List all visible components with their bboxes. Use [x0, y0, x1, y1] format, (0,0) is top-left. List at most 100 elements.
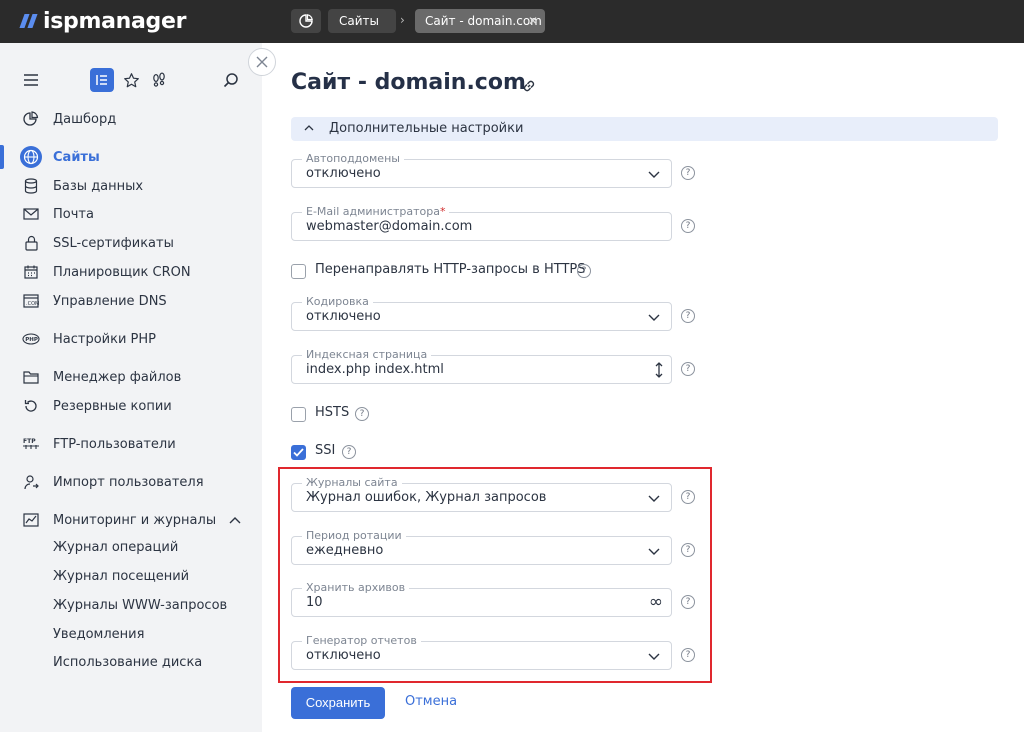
- database-icon: [22, 177, 40, 195]
- section-advanced-settings-header[interactable]: Дополнительные настройки: [291, 117, 998, 141]
- sidebar-subitem-notifications[interactable]: Уведомления: [53, 627, 144, 642]
- sidebar-subitem-visits-log[interactable]: Журнал посещений: [53, 569, 189, 584]
- sidebar-item-label: Базы данных: [53, 178, 144, 194]
- sidebar-item-label: Дашборд: [53, 111, 117, 127]
- sidebar-item-mail[interactable]: Почта: [0, 201, 262, 227]
- breadcrumb-current-label: Сайт - domain.com: [425, 14, 542, 28]
- star-icon[interactable]: [119, 68, 143, 92]
- sidebar-item-ssl[interactable]: SSL-сертификаты: [0, 230, 262, 256]
- help-icon[interactable]: ?: [681, 543, 695, 557]
- sidebar-item-user-import[interactable]: Импорт пользователя: [0, 469, 262, 495]
- sidebar-item-label: Планировщик CRON: [53, 264, 191, 280]
- help-icon[interactable]: ?: [681, 219, 695, 233]
- sidebar-item-label: Сайты: [53, 149, 100, 165]
- sidebar-subitem-www-requests-log[interactable]: Журналы WWW-запросов: [53, 598, 227, 613]
- help-icon[interactable]: ?: [681, 490, 695, 504]
- autosubdomains-select[interactable]: Автоподдомены отключено: [291, 152, 672, 188]
- close-icon: [256, 56, 268, 68]
- admin-email-field[interactable]: E-Mail администратора* webmaster@domain.…: [291, 205, 672, 241]
- sidebar-collapse-button[interactable]: [248, 48, 276, 76]
- breadcrumb-current-tab[interactable]: Сайт - domain.com ✕: [415, 9, 545, 33]
- field-value: Журнал ошибок, Журнал запросов: [306, 490, 547, 505]
- index-page-field[interactable]: Индексная страница index.php index.html: [291, 348, 672, 384]
- help-icon[interactable]: ?: [681, 309, 695, 323]
- sidebar-item-label: Мониторинг и журналы: [53, 512, 217, 528]
- pie-chart-icon: [299, 14, 313, 28]
- field-label: Индексная страница: [302, 348, 432, 362]
- infinity-toggle[interactable]: ∞: [649, 592, 663, 612]
- calendar-icon: [22, 263, 40, 281]
- resize-vertical-icon[interactable]: [654, 361, 664, 379]
- field-value: ежедневно: [306, 543, 384, 558]
- hsts-checkbox[interactable]: [291, 406, 306, 422]
- logo-text: ispmanager: [43, 8, 187, 34]
- redirect-https-checkbox-row[interactable]: Перенаправлять HTTP-запросы в HTTPS: [291, 262, 585, 279]
- sidebar-item-ftp[interactable]: FTP FTP-пользователи: [0, 431, 262, 457]
- sidebar-item-php[interactable]: PHP Настройки PHP: [0, 326, 262, 352]
- encoding-select[interactable]: Кодировка отключено: [291, 295, 672, 331]
- logo[interactable]: ispmanager: [19, 7, 187, 35]
- close-tab-icon[interactable]: ✕: [528, 9, 538, 33]
- footprints-icon[interactable]: [147, 68, 171, 92]
- cancel-button[interactable]: Отмена: [405, 694, 457, 709]
- page-title: Сайт - domain.com: [291, 70, 526, 95]
- search-icon[interactable]: [219, 68, 243, 92]
- sidebar-item-databases[interactable]: Базы данных: [0, 173, 262, 199]
- sidebar-item-sites[interactable]: Сайты: [0, 144, 262, 170]
- ssi-checkbox[interactable]: [291, 444, 306, 460]
- hsts-checkbox-row[interactable]: HSTS: [291, 405, 349, 422]
- chevron-down-icon: [648, 548, 660, 555]
- help-icon[interactable]: ?: [342, 445, 356, 459]
- php-icon: PHP: [22, 330, 40, 348]
- sidebar-item-label: Настройки PHP: [53, 331, 157, 347]
- help-icon[interactable]: ?: [681, 595, 695, 609]
- breadcrumb-sites[interactable]: Сайты: [328, 9, 396, 33]
- sidebar-item-file-manager[interactable]: Менеджер файлов: [0, 364, 262, 390]
- field-label: Хранить архивов: [302, 581, 410, 595]
- help-icon[interactable]: ?: [681, 362, 695, 376]
- sidebar-item-cron[interactable]: Планировщик CRON: [0, 259, 262, 285]
- sidebar-item-monitoring[interactable]: Мониторинг и журналы: [0, 507, 262, 533]
- breadcrumb-dashboard-button[interactable]: [291, 9, 321, 33]
- site-logs-select[interactable]: Журналы сайта Журнал ошибок, Журнал запр…: [291, 476, 672, 512]
- field-label: Журналы сайта: [302, 476, 402, 490]
- checkbox-label: Перенаправлять HTTP-запросы в HTTPS: [315, 262, 586, 277]
- help-icon[interactable]: ?: [577, 264, 591, 278]
- chevron-up-icon[interactable]: [229, 513, 241, 528]
- redirect-https-checkbox[interactable]: [291, 263, 306, 279]
- sidebar-item-dashboard[interactable]: Дашборд: [0, 106, 262, 132]
- svg-text:.COM: .COM: [26, 301, 39, 307]
- checkbox-label: HSTS: [315, 405, 350, 420]
- sidebar-item-dns[interactable]: .COM Управление DNS: [0, 288, 262, 314]
- report-generator-select[interactable]: Генератор отчетов отключено: [291, 634, 672, 670]
- sidebar: Дашборд Сайты Базы данных Почта SSL-серт…: [0, 43, 276, 732]
- sidebar-item-backups[interactable]: Резервные копии: [0, 393, 262, 419]
- sidebar-subitem-operations-log[interactable]: Журнал операций: [53, 540, 178, 555]
- chevron-up-icon: [304, 117, 314, 141]
- save-button[interactable]: Сохранить: [291, 687, 385, 719]
- field-label: Период ротации: [302, 529, 406, 543]
- chart-icon: [22, 511, 40, 529]
- sidebar-subitem-disk-usage[interactable]: Использование диска: [53, 655, 202, 670]
- help-icon[interactable]: ?: [355, 407, 369, 421]
- keep-archives-field[interactable]: Хранить архивов 10 ∞: [291, 581, 672, 617]
- field-label: Кодировка: [302, 295, 373, 309]
- field-label: Автоподдомены: [302, 152, 404, 166]
- help-icon[interactable]: ?: [681, 648, 695, 662]
- svg-text:FTP: FTP: [23, 438, 36, 445]
- help-icon[interactable]: ?: [681, 166, 695, 180]
- ssi-checkbox-row[interactable]: SSI: [291, 443, 335, 460]
- list-icon[interactable]: [90, 68, 114, 92]
- field-value: 10: [306, 595, 323, 610]
- menu-icon[interactable]: [19, 68, 43, 92]
- checkbox-label: SSI: [315, 443, 336, 458]
- required-mark: *: [439, 205, 446, 218]
- field-value: отключено: [306, 309, 381, 324]
- field-value: отключено: [306, 648, 381, 663]
- link-icon[interactable]: [520, 77, 538, 95]
- lock-icon: [22, 234, 40, 252]
- rotation-period-select[interactable]: Период ротации ежедневно: [291, 529, 672, 565]
- svg-text:PHP: PHP: [25, 337, 38, 343]
- field-value: index.php index.html: [306, 362, 444, 377]
- chevron-down-icon: [648, 314, 660, 321]
